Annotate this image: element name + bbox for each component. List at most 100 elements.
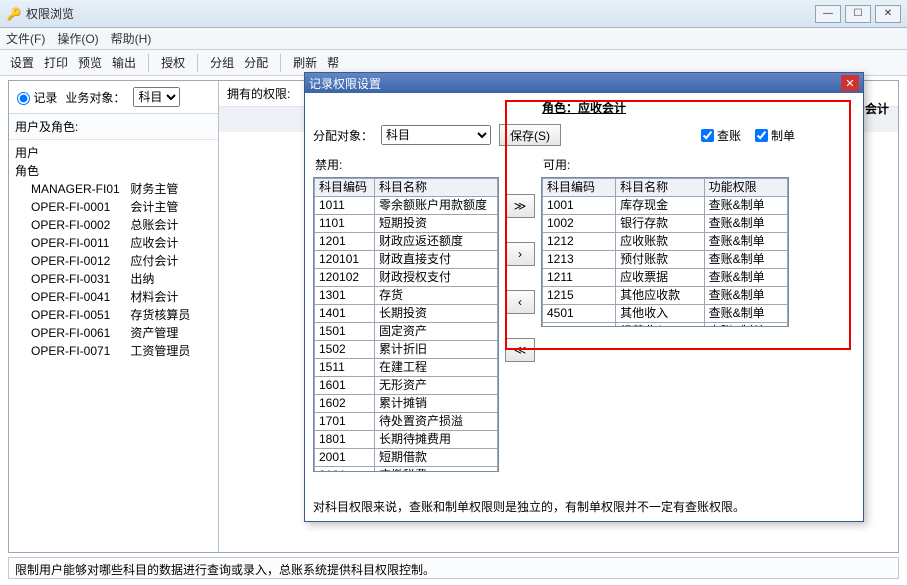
table-row[interactable]: 120102财政授权支付: [315, 269, 498, 287]
sep: [280, 54, 281, 72]
record-row: 记录 业务对象： 科目: [9, 81, 218, 114]
record-perm-dialog: 记录权限设置 ✕ 角色：应收会计 分配对象： 科目 保存(S) 查账 制单 禁用…: [304, 72, 864, 522]
dialog-title: 记录权限设置: [309, 75, 841, 92]
table-row[interactable]: 4401经营收入查账&制单: [543, 323, 788, 328]
table-row[interactable]: 120101财政直接支付: [315, 251, 498, 269]
bottom-note: 限制用户能够对哪些科目的数据进行查询或录入，总账系统提供科目权限控制。: [8, 557, 899, 579]
chk-view-text: 查账: [717, 127, 741, 144]
bizobj-label: 业务对象：: [65, 89, 125, 106]
chk-make[interactable]: [755, 129, 768, 142]
tree-role[interactable]: 角色: [15, 162, 212, 180]
table-row[interactable]: 1001库存现金查账&制单: [543, 197, 788, 215]
alloc-label: 分配对象：: [313, 127, 373, 144]
table-row[interactable]: 1602累计摊销: [315, 395, 498, 413]
table-row[interactable]: 1101短期投资: [315, 215, 498, 233]
window-title: 权限浏览: [26, 5, 815, 22]
tb-auth[interactable]: 授权: [161, 54, 185, 71]
disabled-col: 禁用: 科目编码 科目名称 1011零余额账户用款额度1101短期投资1201财…: [313, 154, 499, 472]
move-all-left-button[interactable]: ≪: [505, 338, 535, 362]
table-row[interactable]: 1511在建工程: [315, 359, 498, 377]
tb-preview[interactable]: 预览: [78, 54, 102, 71]
lists: 禁用: 科目编码 科目名称 1011零余额账户用款额度1101短期投资1201财…: [313, 154, 855, 472]
table-row[interactable]: 1501固定资产: [315, 323, 498, 341]
table-row[interactable]: 2101应缴税费: [315, 467, 498, 473]
tree-item[interactable]: OPER-FI-0071 工资管理员: [15, 342, 212, 360]
dialog-body: 角色：应收会计 分配对象： 科目 保存(S) 查账 制单 禁用: 科目编码 科目…: [305, 93, 863, 521]
table-row[interactable]: 1213预付账款查账&制单: [543, 251, 788, 269]
key-icon: 🔑: [6, 6, 22, 22]
menu-help[interactable]: 帮助(H): [111, 30, 152, 47]
disabled-label: 禁用:: [313, 154, 499, 177]
table-row[interactable]: 1401长期投资: [315, 305, 498, 323]
save-button[interactable]: 保存(S): [499, 124, 561, 146]
tb-help[interactable]: 帮: [327, 54, 339, 71]
menubar: 文件(F) 操作(O) 帮助(H): [0, 28, 907, 50]
role-suffix: 会计: [865, 100, 889, 117]
move-all-right-button[interactable]: ≫: [505, 194, 535, 218]
table-row[interactable]: 1601无形资产: [315, 377, 498, 395]
close-button[interactable]: ✕: [875, 5, 901, 23]
tree-item[interactable]: OPER-FI-0002 总账会计: [15, 216, 212, 234]
bizobj-select[interactable]: 科目: [133, 87, 180, 107]
table-row[interactable]: 1212应收账款查账&制单: [543, 233, 788, 251]
tb-allocate[interactable]: 分配: [244, 54, 268, 71]
sep: [197, 54, 198, 72]
table-row[interactable]: 1701待处置资产损溢: [315, 413, 498, 431]
enabled-col: 可用: 科目编码 科目名称 功能权限 1001库存现金查账&制单1002银行存款…: [541, 154, 789, 472]
tree-item[interactable]: OPER-FI-0051 存货核算员: [15, 306, 212, 324]
table-row[interactable]: 1215其他应收款查账&制单: [543, 287, 788, 305]
transfer-buttons: ≫ › ‹ ≪: [505, 154, 535, 472]
tree-item[interactable]: OPER-FI-0001 会计主管: [15, 198, 212, 216]
sep: [148, 54, 149, 72]
enabled-label: 可用:: [541, 154, 789, 177]
col-func: 功能权限: [704, 179, 787, 197]
checks: 查账 制单: [701, 127, 855, 144]
table-row[interactable]: 1011零余额账户用款额度: [315, 197, 498, 215]
enabled-table[interactable]: 科目编码 科目名称 功能权限 1001库存现金查账&制单1002银行存款查账&制…: [541, 177, 789, 327]
disabled-table[interactable]: 科目编码 科目名称 1011零余额账户用款额度1101短期投资1201财政应返还…: [313, 177, 499, 472]
tree-item[interactable]: OPER-FI-0061 资产管理: [15, 324, 212, 342]
chk-view-label[interactable]: 查账: [701, 127, 741, 144]
tb-refresh[interactable]: 刷新: [293, 54, 317, 71]
col-code: 科目编码: [543, 179, 616, 197]
window-controls: — ☐ ✕: [815, 5, 901, 23]
maximize-button[interactable]: ☐: [845, 5, 871, 23]
dialog-row1: 分配对象： 科目 保存(S) 查账 制单: [313, 120, 855, 154]
alloc-select[interactable]: 科目: [381, 125, 491, 145]
chk-view[interactable]: [701, 129, 714, 142]
table-row[interactable]: 2001短期借款: [315, 449, 498, 467]
user-role-tree[interactable]: 用户 角色 MANAGER-FI01 财务主管OPER-FI-0001 会计主管…: [9, 140, 218, 552]
table-row[interactable]: 1002银行存款查账&制单: [543, 215, 788, 233]
record-radio-label[interactable]: 记录: [17, 89, 57, 106]
table-row[interactable]: 1301存货: [315, 287, 498, 305]
table-row[interactable]: 1211应收票据查账&制单: [543, 269, 788, 287]
minimize-button[interactable]: —: [815, 5, 841, 23]
tree-item[interactable]: OPER-FI-0031 出纳: [15, 270, 212, 288]
table-row[interactable]: 1502累计折旧: [315, 341, 498, 359]
menu-file[interactable]: 文件(F): [6, 30, 45, 47]
tb-print[interactable]: 打印: [44, 54, 68, 71]
menu-ops[interactable]: 操作(O): [57, 30, 98, 47]
move-right-button[interactable]: ›: [505, 242, 535, 266]
move-left-button[interactable]: ‹: [505, 290, 535, 314]
tree-item[interactable]: MANAGER-FI01 财务主管: [15, 180, 212, 198]
tree-item[interactable]: OPER-FI-0041 材料会计: [15, 288, 212, 306]
tree-user[interactable]: 用户: [15, 144, 212, 162]
chk-make-text: 制单: [771, 127, 795, 144]
dialog-footnote: 对科目权限来说，查账和制单权限则是独立的，有制单权限并不一定有查账权限。: [313, 498, 855, 515]
tb-group[interactable]: 分组: [210, 54, 234, 71]
col-name: 科目名称: [374, 179, 497, 197]
table-row[interactable]: 4501其他收入查账&制单: [543, 305, 788, 323]
record-text: 记录: [33, 91, 57, 105]
record-radio[interactable]: [17, 92, 30, 105]
tb-output[interactable]: 输出: [112, 54, 136, 71]
dialog-titlebar: 记录权限设置 ✕: [305, 73, 863, 93]
chk-make-label[interactable]: 制单: [755, 127, 795, 144]
tree-item[interactable]: OPER-FI-0012 应付会计: [15, 252, 212, 270]
tb-settings[interactable]: 设置: [10, 54, 34, 71]
main-titlebar: 🔑 权限浏览 — ☐ ✕: [0, 0, 907, 28]
table-row[interactable]: 1201财政应返还额度: [315, 233, 498, 251]
dialog-close-button[interactable]: ✕: [841, 75, 859, 91]
table-row[interactable]: 1801长期待摊费用: [315, 431, 498, 449]
tree-item[interactable]: OPER-FI-0011 应收会计: [15, 234, 212, 252]
